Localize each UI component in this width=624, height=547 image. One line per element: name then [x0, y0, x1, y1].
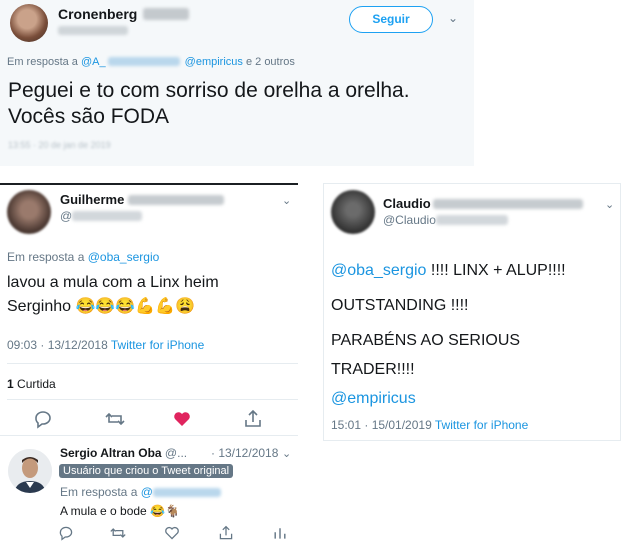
blurred-surname	[128, 195, 225, 205]
action-bar	[0, 409, 298, 429]
mention-link-empiricus[interactable]: @empiricus	[331, 384, 616, 413]
mention-link[interactable]: @oba_sergio	[331, 262, 426, 279]
tweet-text: lavou a mula com a Linx heim Serginho 😂😂…	[7, 271, 219, 319]
author-name[interactable]: Claudio	[383, 196, 583, 211]
tweet-text: Peguei e to com sorriso de orelha a orel…	[8, 78, 410, 130]
reply-others[interactable]: e 2 outros	[246, 56, 295, 68]
avatar[interactable]	[8, 449, 52, 493]
blurred-mention	[107, 57, 180, 66]
client-link[interactable]: Twitter for iPhone	[111, 338, 204, 352]
divider	[7, 399, 298, 400]
reply-icon[interactable]	[33, 409, 53, 429]
analytics-icon[interactable]	[272, 525, 288, 541]
likes-count[interactable]: 1 Curtida	[7, 377, 56, 391]
reply-prefix: Em resposta a	[60, 485, 138, 499]
blurred-surname	[432, 199, 583, 209]
tweet-text-line: Peguei e to com sorriso de orelha a orel…	[8, 79, 410, 102]
divider	[0, 183, 298, 185]
tweet-text-line: Vocês são FODA	[8, 105, 170, 128]
mention-link[interactable]: @	[141, 485, 153, 499]
timestamp[interactable]: 09:03 · 13/12/2018	[7, 338, 108, 352]
reply-icon[interactable]	[58, 525, 74, 541]
tweet-card-cronenberg: Cronenberg Seguir ⌄ Em resposta a @A_ @e…	[0, 0, 474, 166]
divider	[0, 435, 298, 436]
reply-prefix: Em resposta a	[7, 250, 85, 264]
follow-button[interactable]: Seguir	[349, 6, 433, 33]
reply-author-name[interactable]: Sergio Altran Oba	[60, 446, 162, 460]
tweet-text-line: lavou a mula com a Linx heim	[7, 274, 219, 291]
blurred-mention	[152, 488, 221, 497]
avatar[interactable]	[331, 190, 375, 234]
tweet-text-line: Serginho 😂😂😂💪💪😩	[7, 298, 196, 315]
mention-link-empiricus[interactable]: @empiricus	[185, 56, 243, 68]
handle-prefix: @	[60, 209, 73, 223]
tweet-meta: 15:01 · 15/01/2019 Twitter for iPhone	[331, 418, 528, 432]
tweet-text-fragment: !!!! LINX + ALUP!!!!	[430, 262, 566, 279]
author-name-text[interactable]: Claudio	[383, 196, 431, 211]
handle[interactable]: @	[60, 209, 72, 223]
timestamp[interactable]: 15:01 · 15/01/2019	[331, 418, 432, 432]
reply-prefix: Em resposta a	[7, 56, 78, 68]
avatar[interactable]	[10, 4, 48, 42]
likes-label: Curtida	[17, 377, 56, 391]
person-avatar-icon	[8, 449, 52, 493]
tweet-meta: 09:03 · 13/12/2018 Twitter for iPhone	[7, 338, 204, 352]
reply-text: A mula e o bode 😂🐐	[60, 504, 180, 518]
chevron-down-icon[interactable]: ⌄	[282, 447, 291, 460]
tweet-card-claudio: Claudio @Claudio ⌄ @oba_sergio !!!! LINX…	[323, 183, 621, 441]
blurred-surname	[143, 8, 190, 20]
reply-context: Em resposta a @A_ @empiricus e 2 outros	[7, 56, 295, 68]
handle-prefix: @Claudio	[383, 213, 436, 227]
divider	[7, 363, 298, 364]
share-icon[interactable]	[218, 525, 234, 541]
blurred-timestamp: 13:55 · 20 de jan de 2019	[8, 140, 111, 150]
mention-link[interactable]: @oba_sergio	[88, 250, 160, 264]
tweet-card-guilherme: Guilherme @ ⌄ Em resposta a @oba_sergio …	[0, 183, 298, 547]
author-name[interactable]: Guilherme	[60, 192, 225, 207]
chevron-down-icon[interactable]: ⌄	[448, 11, 458, 25]
reply-author[interactable]: Sergio Altran Oba @...	[60, 446, 187, 460]
author-name-text[interactable]: Guilherme	[60, 192, 124, 207]
blurred-handle	[58, 26, 128, 35]
chevron-down-icon[interactable]: ⌄	[605, 198, 614, 211]
tweet-text-line: @oba_sergio !!!! LINX + ALUP!!!!	[331, 256, 616, 285]
reply-handle[interactable]: @...	[165, 446, 187, 460]
chevron-down-icon[interactable]: ⌄	[282, 194, 291, 207]
tweet-text: @oba_sergio !!!! LINX + ALUP!!!! OUTSTAN…	[331, 256, 616, 413]
author-name[interactable]: Cronenberg	[58, 6, 190, 22]
tweet-text-line: OUTSTANDING !!!!	[331, 297, 469, 314]
retweet-icon[interactable]	[110, 525, 126, 541]
reply-date[interactable]: · 13/12/2018	[211, 446, 278, 460]
reply-context: Em resposta a @	[60, 485, 221, 499]
avatar[interactable]	[7, 190, 51, 234]
original-author-badge: Usuário que criou o Tweet original	[59, 464, 234, 478]
handle[interactable]: @Claudio	[383, 213, 508, 227]
blurred-handle	[72, 211, 142, 221]
share-icon[interactable]	[243, 409, 263, 429]
reply-action-bar	[0, 525, 298, 545]
reply-context: Em resposta a @oba_sergio	[7, 250, 159, 264]
heart-outline-icon[interactable]	[164, 525, 180, 541]
tweet-text-line: PARABÉNS AO SERIOUS	[331, 332, 521, 349]
mention-link[interactable]: @A_	[81, 56, 106, 68]
retweet-icon[interactable]	[105, 409, 125, 429]
author-name-text[interactable]: Cronenberg	[58, 6, 137, 22]
client-link[interactable]: Twitter for iPhone	[435, 418, 528, 432]
tweet-text-line: TRADER!!!!	[331, 361, 415, 378]
likes-number: 1	[7, 377, 14, 391]
heart-icon[interactable]	[172, 409, 192, 429]
blurred-handle	[435, 215, 508, 225]
